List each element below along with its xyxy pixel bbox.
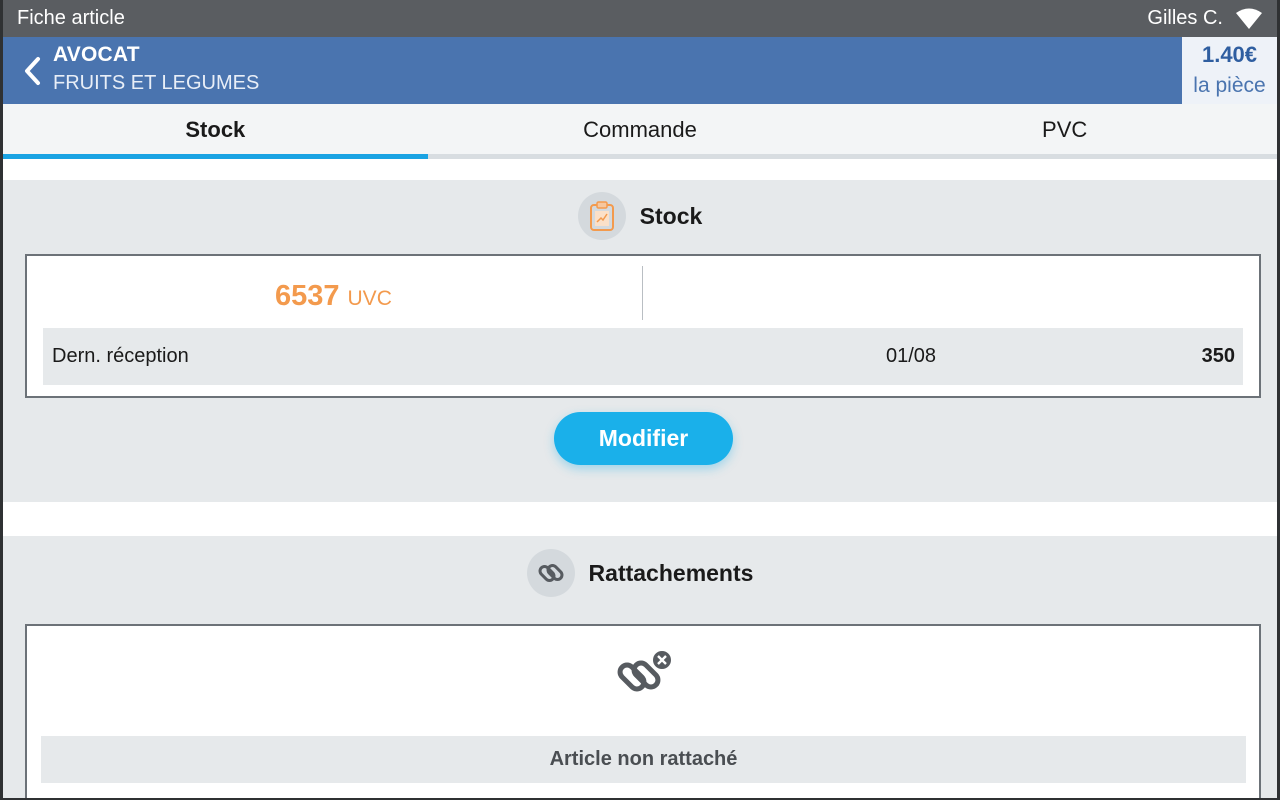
last-reception-row: Dern. réception 01/08 350	[43, 328, 1243, 385]
not-attached-message: Article non rattaché	[41, 736, 1246, 783]
last-reception-value: 350	[1201, 345, 1235, 367]
stock-quantity-value: 6537	[275, 280, 340, 312]
rattachements-card: Article non rattaché	[25, 624, 1261, 798]
back-button[interactable]	[17, 51, 47, 91]
rattachements-section-header: Rattachements	[3, 549, 1277, 597]
tab-bar: Stock Commande PVC	[3, 104, 1277, 159]
tab-pvc[interactable]: PVC	[852, 104, 1277, 154]
stock-section-title: Stock	[639, 202, 703, 229]
article-header: AVOCAT FRUITS ET LEGUMES 1.40€ la pièce	[3, 37, 1277, 104]
stock-card: 6537 UVC Dern. réception 01/08 350	[25, 254, 1261, 398]
tab-stock[interactable]: Stock	[3, 104, 428, 159]
price-box: 1.40€ la pièce	[1182, 37, 1277, 104]
stock-quantity: 6537 UVC	[275, 280, 392, 313]
screen-title: Fiche article	[17, 7, 125, 29]
app-frame: Fiche article Gilles C. AVOCAT FRUITS ET…	[0, 0, 1280, 800]
stock-section: Stock 6537 UVC Dern. réception 01/08 350…	[3, 180, 1277, 502]
article-title-block: AVOCAT FRUITS ET LEGUMES	[53, 43, 259, 95]
wifi-icon	[1236, 8, 1262, 29]
article-title: AVOCAT	[53, 43, 140, 66]
last-reception-label: Dern. réception	[52, 345, 189, 367]
unlink-icon	[617, 649, 673, 692]
stock-section-header: Stock	[3, 192, 1277, 240]
price-value: 1.40€	[1201, 42, 1258, 67]
rattachements-section-title: Rattachements	[588, 559, 754, 586]
price-unit: la pièce	[1193, 74, 1266, 97]
status-bar: Fiche article Gilles C.	[3, 0, 1277, 37]
rattachements-section: Rattachements Article non rattaché	[3, 536, 1277, 798]
tab-commande[interactable]: Commande	[428, 104, 853, 154]
clipboard-chart-icon	[577, 192, 626, 240]
stock-quantity-unit: UVC	[347, 287, 392, 310]
chevron-left-icon	[25, 57, 40, 85]
vertical-divider	[642, 266, 643, 320]
link-icon	[526, 549, 575, 597]
modify-button[interactable]: Modifier	[554, 412, 733, 465]
user-name[interactable]: Gilles C.	[1147, 7, 1223, 30]
article-category: FRUITS ET LEGUMES	[53, 72, 260, 94]
last-reception-date: 01/08	[886, 345, 937, 367]
status-right: Gilles C.	[1147, 7, 1263, 30]
